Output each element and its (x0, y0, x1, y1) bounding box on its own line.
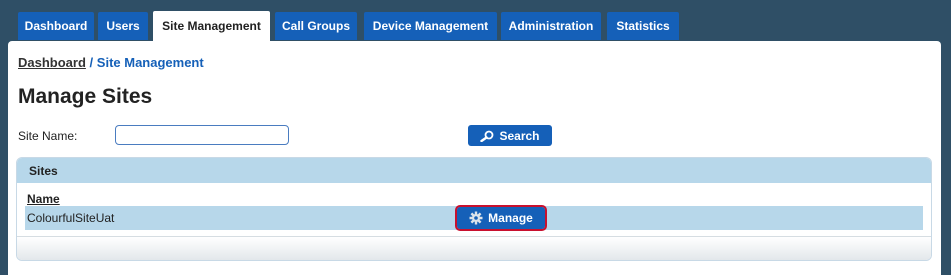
tab-statistics[interactable]: Statistics (607, 12, 679, 40)
table-row: ColourfulSiteUat Manage (25, 205, 923, 231)
site-name-input[interactable] (115, 125, 289, 145)
sites-table: Sites Name ColourfulSiteUat Manage (16, 157, 932, 261)
manage-button[interactable]: Manage (455, 205, 547, 231)
tab-site-management[interactable]: Site Management (153, 11, 270, 41)
breadcrumb-separator: / (89, 55, 94, 70)
sites-table-header: Sites (17, 158, 931, 183)
column-header-name[interactable]: Name (27, 192, 60, 206)
page-title: Manage Sites (18, 85, 153, 108)
tab-device-management[interactable]: Device Management (364, 12, 497, 40)
breadcrumb: Dashboard / Site Management (18, 55, 204, 70)
tab-call-groups[interactable]: Call Groups (275, 12, 357, 40)
breadcrumb-dashboard-link[interactable]: Dashboard (18, 55, 86, 70)
content-panel: Dashboard / Site Management Manage Sites… (8, 41, 941, 275)
manage-button-label: Manage (488, 211, 533, 225)
tab-dashboard[interactable]: Dashboard (18, 12, 94, 40)
table-footer (17, 236, 931, 260)
tab-administration[interactable]: Administration (501, 12, 601, 40)
search-button[interactable]: Search (468, 125, 552, 146)
breadcrumb-current: Site Management (96, 55, 204, 70)
site-name-cell: ColourfulSiteUat (27, 211, 115, 225)
search-icon (480, 130, 494, 142)
tab-users[interactable]: Users (98, 12, 148, 40)
site-name-label: Site Name: (18, 129, 78, 143)
gear-icon (469, 211, 483, 225)
search-button-label: Search (499, 128, 540, 143)
